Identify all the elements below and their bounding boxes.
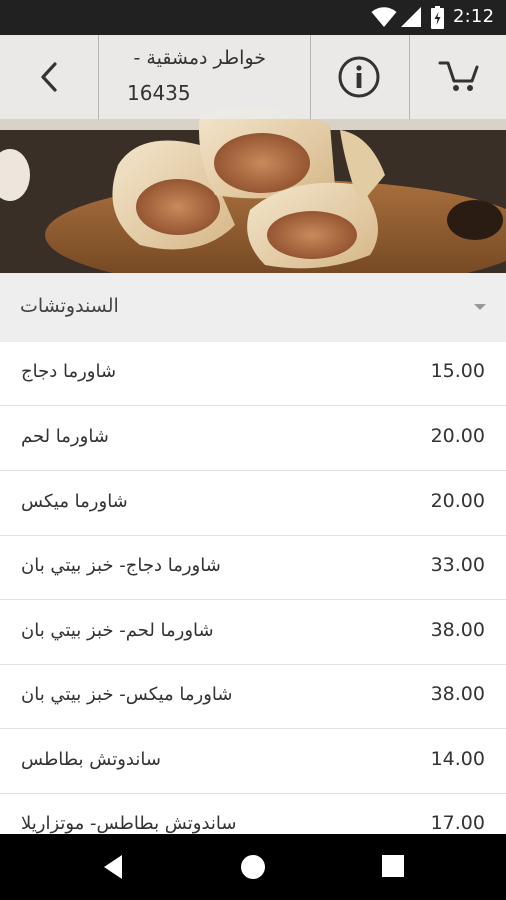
menu-item[interactable]: شاورما لحم- خبز بيتي بان 38.00 [0, 601, 506, 665]
category-header[interactable]: السندوتشات [0, 273, 506, 342]
info-icon [338, 56, 380, 98]
item-price: 14.00 [430, 748, 485, 770]
menu-item[interactable]: شاورما دجاج 15.00 [0, 342, 506, 406]
system-nav-bar [0, 834, 506, 900]
item-price: 33.00 [430, 554, 485, 576]
item-name: شاورما لحم- خبز بيتي بان [21, 620, 214, 641]
item-name: شاورما دجاج- خبز بيتي بان [21, 555, 221, 576]
menu-list: شاورما دجاج 15.00 شاورما لحم 20.00 شاورم… [0, 342, 506, 834]
caret-down-icon[interactable] [474, 304, 486, 310]
back-triangle-icon[interactable] [100, 853, 126, 881]
back-button[interactable] [0, 35, 98, 119]
menu-item[interactable]: شاورما لحم 20.00 [0, 407, 506, 471]
chevron-left-icon [41, 62, 57, 92]
item-price: 15.00 [430, 360, 485, 382]
menu-item[interactable]: شاورما ميكس 20.00 [0, 472, 506, 536]
wifi-icon [371, 7, 397, 27]
status-bar: 2:12 [0, 0, 506, 35]
item-name: شاورما دجاج [21, 361, 117, 382]
item-name: شاورما ميكس- خبز بيتي بان [21, 684, 233, 705]
menu-item[interactable]: شاورما ميكس- خبز بيتي بان 38.00 [0, 665, 506, 729]
menu-item[interactable]: ساندوتش بطاطس 14.00 [0, 730, 506, 794]
recents-square-icon[interactable] [382, 855, 404, 877]
cart-button[interactable] [410, 35, 506, 119]
item-name: شاورما ميكس [21, 491, 128, 512]
item-price: 20.00 [430, 425, 485, 447]
status-time: 2:12 [453, 6, 495, 27]
home-circle-icon[interactable] [240, 854, 266, 880]
restaurant-number: 16435 [127, 81, 191, 105]
cart-icon [438, 61, 479, 91]
battery-icon [431, 6, 444, 29]
item-price: 38.00 [430, 683, 485, 705]
item-name: ساندوتش بطاطس [21, 749, 161, 770]
top-header: خواطر دمشقية - 16435 [0, 35, 506, 119]
menu-item[interactable]: شاورما دجاج- خبز بيتي بان 33.00 [0, 536, 506, 600]
category-title: السندوتشات [20, 295, 119, 317]
item-name: ساندوتش بطاطس- موتزاريلا [21, 813, 237, 834]
app-screen: 2:12 خواطر دمشقية - 16435 السندوتشات شاو… [0, 0, 506, 900]
info-button[interactable] [311, 35, 409, 119]
item-price: 20.00 [430, 490, 485, 512]
restaurant-name: خواطر دمشقية - [133, 47, 267, 69]
restaurant-title: خواطر دمشقية - 16435 [99, 35, 310, 119]
item-name: شاورما لحم [21, 426, 109, 447]
signal-icon [401, 7, 421, 27]
menu-item[interactable]: ساندوتش بطاطس- موتزاريلا 17.00 [0, 794, 506, 834]
item-price: 38.00 [430, 619, 485, 641]
item-price: 17.00 [430, 812, 485, 834]
